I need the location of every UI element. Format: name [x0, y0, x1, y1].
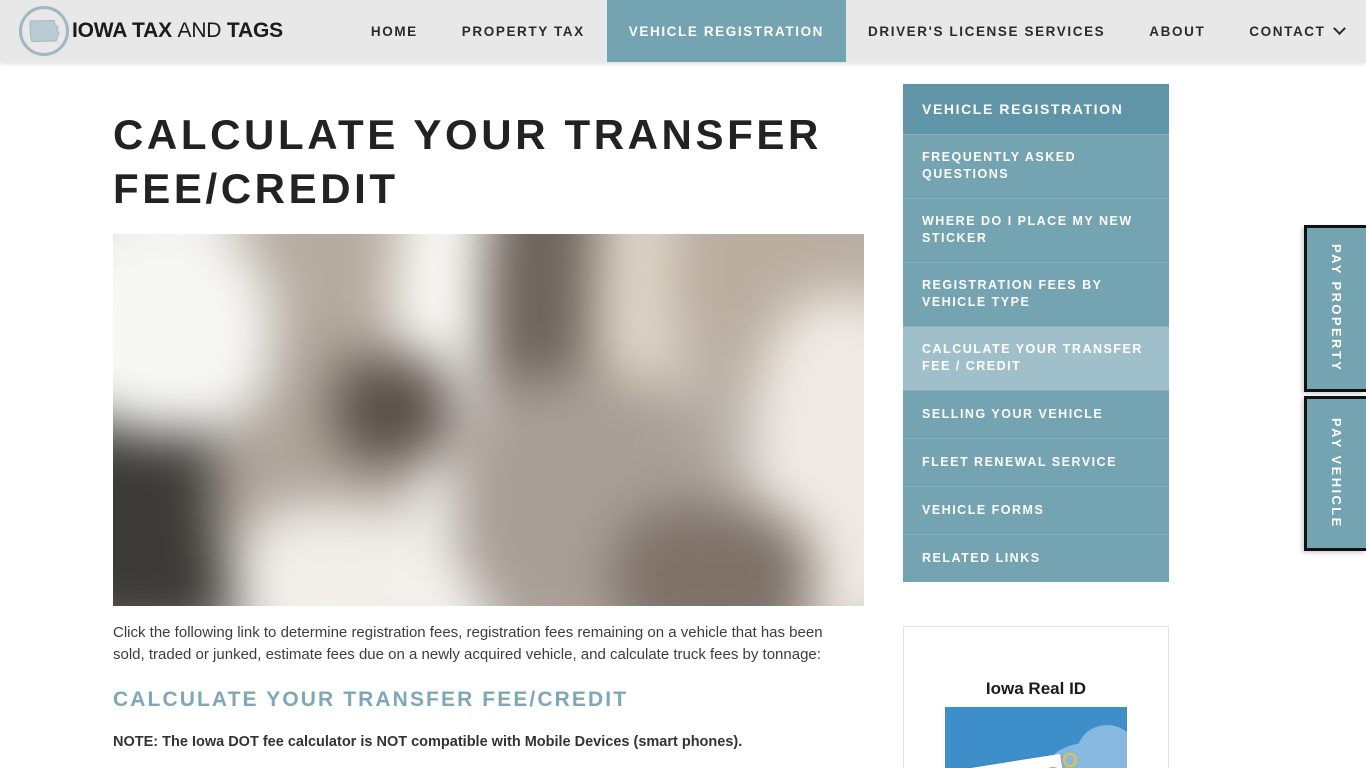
sidebar-item-calculate-your-transfer-fee-credit[interactable]: Calculate Your Transfer Fee / Credit: [903, 326, 1169, 390]
intro-paragraph: Click the following link to determine re…: [113, 624, 823, 663]
sidebar-item-vehicle-forms[interactable]: Vehicle Forms: [903, 486, 1169, 534]
pay-vehicle-tab[interactable]: Pay Vehicle: [1304, 396, 1366, 551]
sidebar-column: Vehicle Registration Frequently Asked Qu…: [903, 62, 1225, 768]
nav-item-vehicle-registration[interactable]: Vehicle Registration: [606, 0, 847, 62]
nav-item-home[interactable]: Home: [349, 0, 440, 62]
content-wrapper: Calculate Your Transfer Fee/Credit: [113, 62, 1253, 768]
drivers-license-card-graphic: IOWA: [965, 753, 1069, 768]
sidebar-header: Vehicle Registration: [903, 84, 1169, 134]
real-id-promo-image: IOWA: [945, 707, 1127, 768]
nav-item-drivers-license-services[interactable]: Driver's License Services: [846, 0, 1127, 62]
site-brand[interactable]: IOWA TAX AND TAGS: [0, 0, 293, 62]
hero-image: [113, 234, 864, 606]
primary-nav-list: Home Property Tax Vehicle Registration D…: [349, 0, 1366, 62]
nav-item-contact[interactable]: Contact: [1227, 0, 1365, 62]
calculate-transfer-fee-link[interactable]: Calculate Your Transfer Fee/Credit: [113, 688, 875, 712]
real-id-promo-title: Iowa Real ID: [985, 679, 1087, 698]
chevron-down-icon: [1332, 21, 1346, 35]
pay-vehicle-tab-label: Pay Vehicle: [1329, 418, 1344, 529]
sidebar-item-fleet-renewal-service[interactable]: Fleet Renewal Service: [903, 438, 1169, 486]
sidebar-item-frequently-asked-questions[interactable]: Frequently Asked Questions: [903, 134, 1169, 198]
nav-item-property-tax[interactable]: Property Tax: [440, 0, 607, 62]
sidebar-menu: Vehicle Registration Frequently Asked Qu…: [903, 84, 1169, 582]
page-title: Calculate Your Transfer Fee/Credit: [113, 111, 822, 212]
sidebar-item-related-links[interactable]: Related Links: [903, 534, 1169, 582]
brand-wordmark: IOWA TAX AND TAGS: [72, 19, 283, 43]
pay-property-tab[interactable]: Pay Property: [1304, 225, 1366, 392]
real-id-promo-card[interactable]: Iowa Real ID IOWA: [903, 626, 1169, 768]
side-action-rail: Pay Property Pay Vehicle: [1304, 225, 1366, 551]
sidebar-item-where-do-i-place-my-new-sticker[interactable]: Where Do I Place My New Sticker: [903, 198, 1169, 262]
brand-text-bold-2: TAGS: [226, 19, 283, 42]
compatibility-note: NOTE: The Iowa DOT fee calculator is NOT…: [113, 734, 743, 750]
page-body: Calculate Your Transfer Fee/Credit: [0, 62, 1366, 768]
top-navigation-bar: IOWA TAX AND TAGS Home Property Tax Vehi…: [0, 0, 1366, 62]
main-content-column: Calculate Your Transfer Fee/Credit: [113, 62, 903, 768]
nav-item-contact-label: Contact: [1249, 23, 1326, 39]
sidebar-item-registration-fees-by-vehicle-type[interactable]: Registration Fees By Vehicle Type: [903, 262, 1169, 326]
pay-property-tab-label: Pay Property: [1329, 244, 1344, 373]
nav-item-about[interactable]: About: [1127, 0, 1227, 62]
sidebar-item-selling-your-vehicle[interactable]: Selling Your Vehicle: [903, 390, 1169, 438]
iowa-state-circle-logo-icon: [16, 3, 72, 59]
brand-text-light: AND: [177, 19, 227, 42]
brand-text-bold-1: IOWA TAX: [72, 19, 178, 42]
